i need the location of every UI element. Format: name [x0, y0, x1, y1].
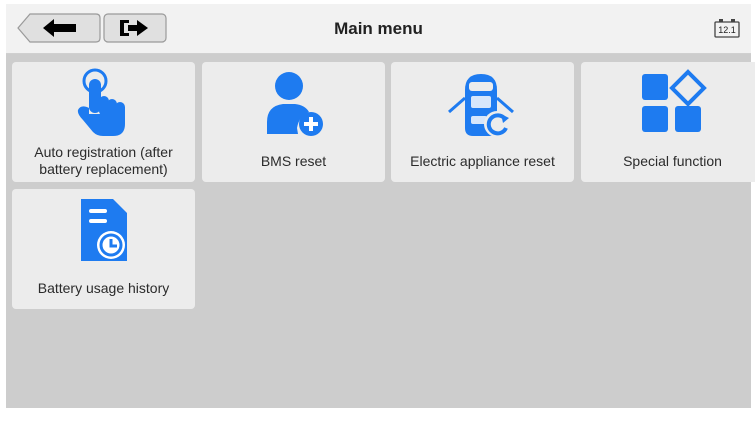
tile-label: Special function — [623, 152, 722, 169]
tile-label: Electric appliance reset — [410, 152, 555, 169]
tile-label: Battery usage history — [37, 279, 170, 296]
tile-auto-registration[interactable]: Auto registration (after battery replace… — [12, 62, 195, 182]
back-button[interactable] — [16, 12, 102, 44]
apps-grid-icon — [641, 69, 707, 132]
exit-icon — [103, 13, 167, 43]
tile-battery-usage-history[interactable]: Battery usage history — [12, 189, 195, 309]
battery-icon: 12.1 — [714, 19, 740, 38]
bottom-margin — [0, 408, 755, 435]
tile-bms-reset[interactable]: BMS reset — [202, 62, 385, 182]
user-add-icon — [266, 72, 323, 136]
tile-electric-appliance-reset[interactable]: Electric appliance reset — [391, 62, 574, 182]
menu-grid: Auto registration (after battery replace… — [6, 54, 755, 408]
tile-label: BMS reset — [260, 152, 327, 169]
hand-pointer-icon — [77, 68, 125, 136]
car-reset-icon — [447, 74, 514, 137]
document-clock-icon — [80, 199, 127, 261]
main-menu-screen: Main menu 12.1 Auto registration (after … — [0, 0, 755, 435]
title-bar: Main menu 12.1 — [6, 4, 751, 54]
back-arrow-icon — [17, 13, 101, 43]
exit-button[interactable] — [102, 12, 168, 44]
battery-voltage-text: 12.1 — [718, 25, 736, 35]
battery-voltage-indicator: 12.1 — [714, 18, 740, 38]
tile-label: Auto registration (after battery replace… — [34, 144, 173, 177]
tile-special-function[interactable]: Special function — [581, 62, 755, 182]
